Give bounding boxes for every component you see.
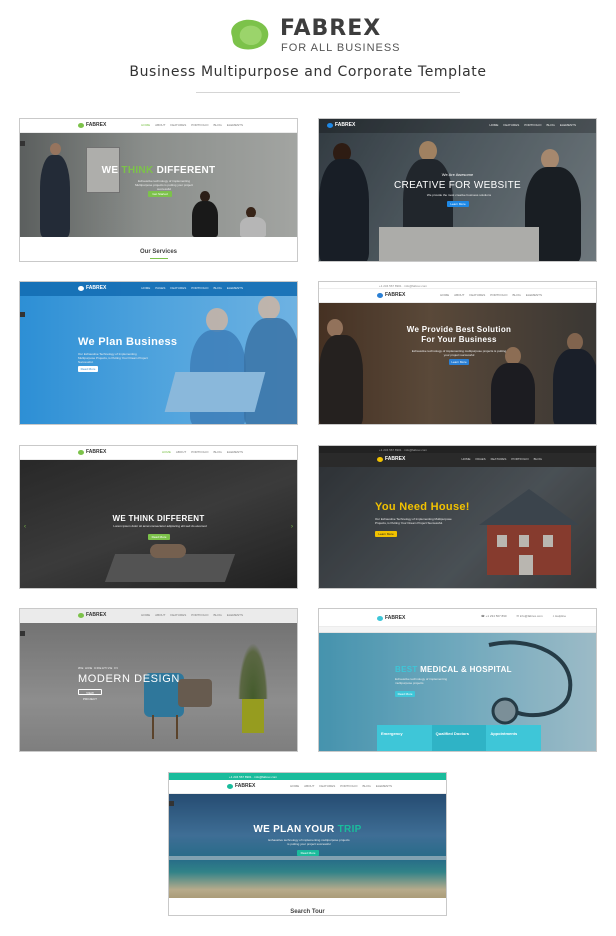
hero-image: BEST MEDICAL & HOSPITAL Exhaustive techn… bbox=[319, 633, 596, 751]
nav-menu[interactable]: HOME PAGES FEATURES PORTFOLIO BLOG ELEMENTS bbox=[141, 286, 243, 290]
nav-menu[interactable]: HOME ABOUT FEATURES PORTFOLIO BLOG ELEMENTS bbox=[440, 293, 542, 297]
demo-card-travel[interactable]: +1 234 567 8901 · info@fabrex.com FABREX… bbox=[168, 772, 447, 916]
hero-title: You Need House! bbox=[375, 501, 470, 513]
hero-image: You Need House! Our Exhaustive Technolog… bbox=[319, 467, 596, 588]
feature-strip: Emergency Qualified Doctors Appointments bbox=[377, 725, 542, 751]
divider bbox=[196, 92, 460, 93]
navbar: FABREX HOME ABOUT FEATURES PORTFOLIO BLOG ELE… bbox=[319, 289, 596, 303]
learn-more-button[interactable]: Learn More bbox=[375, 531, 397, 537]
hero-title: WE THINK DIFFERENT bbox=[112, 514, 205, 523]
hero-body: Our Exhaustive Technology of Implementin… bbox=[375, 517, 452, 525]
demo-card-think-dark[interactable]: FABREX HOME ABOUT PORTFOLIO BLOG ELEMENTS WE… bbox=[19, 445, 298, 589]
navbar: FABREX HOME ABOUT PORTFOLIO BLOG ELEMENTS bbox=[20, 446, 297, 460]
navbar: FABREX HOME FEATURES PORTFOLIO BLOG ELEMENTS bbox=[319, 119, 596, 133]
hero-image: We Are Awesome CREATIVE FOR WEBSITE We p… bbox=[319, 119, 596, 261]
hero-image: WE THINK DIFFERENT Lorem ipsum dolor sit… bbox=[20, 460, 297, 588]
hero-title: CREATIVE FOR WEBSITE bbox=[394, 180, 521, 191]
view-project-button[interactable]: VIEW PROJECT bbox=[78, 689, 102, 701]
nav-logo: FABREX bbox=[377, 292, 405, 298]
read-more-button[interactable]: Read More bbox=[148, 534, 170, 540]
feature-doctors[interactable]: Qualified Doctors bbox=[431, 725, 487, 751]
hero-title: WE PLAN YOUR TRIP bbox=[253, 824, 362, 835]
slider-control[interactable] bbox=[169, 801, 174, 806]
prev-arrow-icon[interactable]: ‹ bbox=[24, 524, 26, 530]
get-started-button[interactable]: Get Started bbox=[148, 191, 172, 197]
demo-card-plan-business[interactable]: We Plan Business Our Exhaustive Technolo… bbox=[19, 281, 298, 425]
demo-card-real-estate[interactable]: +1 234 567 8901 · info@fabrex.com FABREX… bbox=[318, 445, 597, 589]
nav-menu[interactable]: HOME PAGES FEATURES PORTFOLIO BLOG bbox=[461, 457, 542, 461]
demo-card-solution[interactable]: +1 234 567 8901 · info@fabrex.com FABREX… bbox=[318, 281, 597, 425]
nav-logo: FABREX bbox=[227, 783, 255, 789]
learn-more-button[interactable]: Learn More bbox=[449, 359, 469, 365]
nav-logo: FABREX bbox=[78, 122, 106, 128]
demo-card-modern-design[interactable]: FABREX HOME ABOUT FEATURES PORTFOLIO BLOG ELE… bbox=[19, 608, 298, 752]
nav-logo: FABREX bbox=[327, 122, 355, 128]
hero-image: We Plan Business Our Exhaustive Technolo… bbox=[20, 282, 297, 424]
hero-image: WE PLAN YOUR TRIP Exhaustive technology … bbox=[169, 794, 446, 898]
read-more-button[interactable]: Read More bbox=[78, 366, 98, 372]
navbar: FABREX HOME ABOUT FEATURES PORTFOLIO BLOG ELE… bbox=[169, 780, 446, 794]
hero-title: MODERN DESIGN bbox=[78, 673, 180, 685]
demo-card-business[interactable]: FABREX HOME ABOUT FEATURES PORTFOLIO BLOG ELE… bbox=[19, 118, 298, 262]
hero-title: We Provide Best Solution For Your Busine… bbox=[406, 325, 512, 344]
section-heading: Our Services bbox=[139, 249, 178, 255]
top-contact-bar: +1 234 567 8901 · info@fabrex.com bbox=[169, 773, 446, 780]
top-contact-bar: +1 234 567 8901 · info@fabrex.com bbox=[319, 282, 596, 289]
navbar: FABREX HOME ABOUT FEATURES PORTFOLIO BLOG ELE… bbox=[20, 609, 297, 623]
nav-menu[interactable]: HOME ABOUT FEATURES PORTFOLIO BLOG ELEMENTS bbox=[290, 784, 392, 788]
nav-logo: FABREX bbox=[377, 615, 405, 621]
nav-logo: FABREX bbox=[78, 285, 106, 291]
navbar: FABREX ☎ +1 234 567 890 ✉ info@fabrex.com… bbox=[319, 609, 596, 627]
demo-card-creative[interactable]: We Are Awesome CREATIVE FOR WEBSITE We p… bbox=[318, 118, 597, 262]
navbar: FABREX HOME ABOUT FEATURES PORTFOLIO BLOG ELE… bbox=[20, 119, 297, 133]
hero-title: We Plan Business bbox=[78, 336, 178, 348]
slider-control[interactable] bbox=[20, 141, 25, 146]
contact-info: ☎ +1 234 567 890 ✉ info@fabrex.com ⌖ Helpl… bbox=[481, 614, 566, 618]
feature-emergency[interactable]: Emergency bbox=[377, 725, 432, 751]
hero-image: We Provide Best Solution For Your Busine… bbox=[319, 303, 596, 424]
read-more-button[interactable]: Read More bbox=[395, 691, 415, 697]
navbar: FABREX HOME PAGES FEATURES PORTFOLIO BLOG ELE… bbox=[20, 282, 297, 296]
next-arrow-icon[interactable]: › bbox=[291, 524, 293, 530]
read-more-button[interactable]: Read More bbox=[297, 850, 319, 856]
nav-menu[interactable]: HOME ABOUT PORTFOLIO BLOG ELEMENTS bbox=[162, 450, 243, 454]
fabrex-logo-icon bbox=[231, 19, 269, 50]
hero-image: WE THINK DIFFERENT Exhaustive technology… bbox=[20, 133, 297, 237]
section-heading: Search Tour bbox=[290, 909, 325, 915]
brand-subtitle: FOR ALL BUSINESS bbox=[281, 42, 401, 54]
hero-body: Our Exhaustive Technology of Implementin… bbox=[78, 352, 148, 364]
tagline: Business Multipurpose and Corporate Temp… bbox=[129, 64, 487, 80]
top-contact-bar: +1 234 567 8901 · info@fabrex.com bbox=[319, 446, 596, 453]
demo-card-medical[interactable]: FABREX ☎ +1 234 567 890 ✉ info@fabrex.com… bbox=[318, 608, 597, 752]
navbar: FABREX HOME PAGES FEATURES PORTFOLIO BLOG bbox=[319, 453, 596, 467]
brand-name: FABREX bbox=[280, 16, 382, 41]
nav-menu[interactable]: HOME FEATURES PORTFOLIO BLOG ELEMENTS bbox=[489, 123, 576, 127]
slider-control[interactable] bbox=[20, 631, 25, 636]
hero-title: WE THINK DIFFERENT bbox=[101, 165, 216, 176]
learn-more-button[interactable]: Learn More bbox=[447, 201, 469, 207]
hero-image: WE ARE CREATIVE IN MODERN DESIGN VIEW PR… bbox=[20, 623, 297, 751]
hero-title: BEST MEDICAL & HOSPITAL bbox=[395, 665, 512, 674]
slider-control[interactable] bbox=[20, 312, 25, 317]
feature-appointments[interactable]: Appointments bbox=[486, 725, 542, 751]
nav-menu[interactable]: HOME ABOUT FEATURES PORTFOLIO BLOG ELEMENTS bbox=[141, 123, 243, 127]
nav-logo: FABREX bbox=[78, 449, 106, 455]
nav-logo: FABREX bbox=[377, 456, 405, 462]
hero-kicker: We Are Awesome bbox=[441, 172, 474, 177]
nav-menu[interactable]: HOME ABOUT FEATURES PORTFOLIO BLOG ELEMENTS bbox=[141, 613, 243, 617]
nav-logo: FABREX bbox=[78, 612, 106, 618]
header: FABREX FOR ALL BUSINESS Business Multipu… bbox=[0, 0, 616, 100]
hero-kicker: WE ARE CREATIVE IN bbox=[78, 666, 119, 670]
